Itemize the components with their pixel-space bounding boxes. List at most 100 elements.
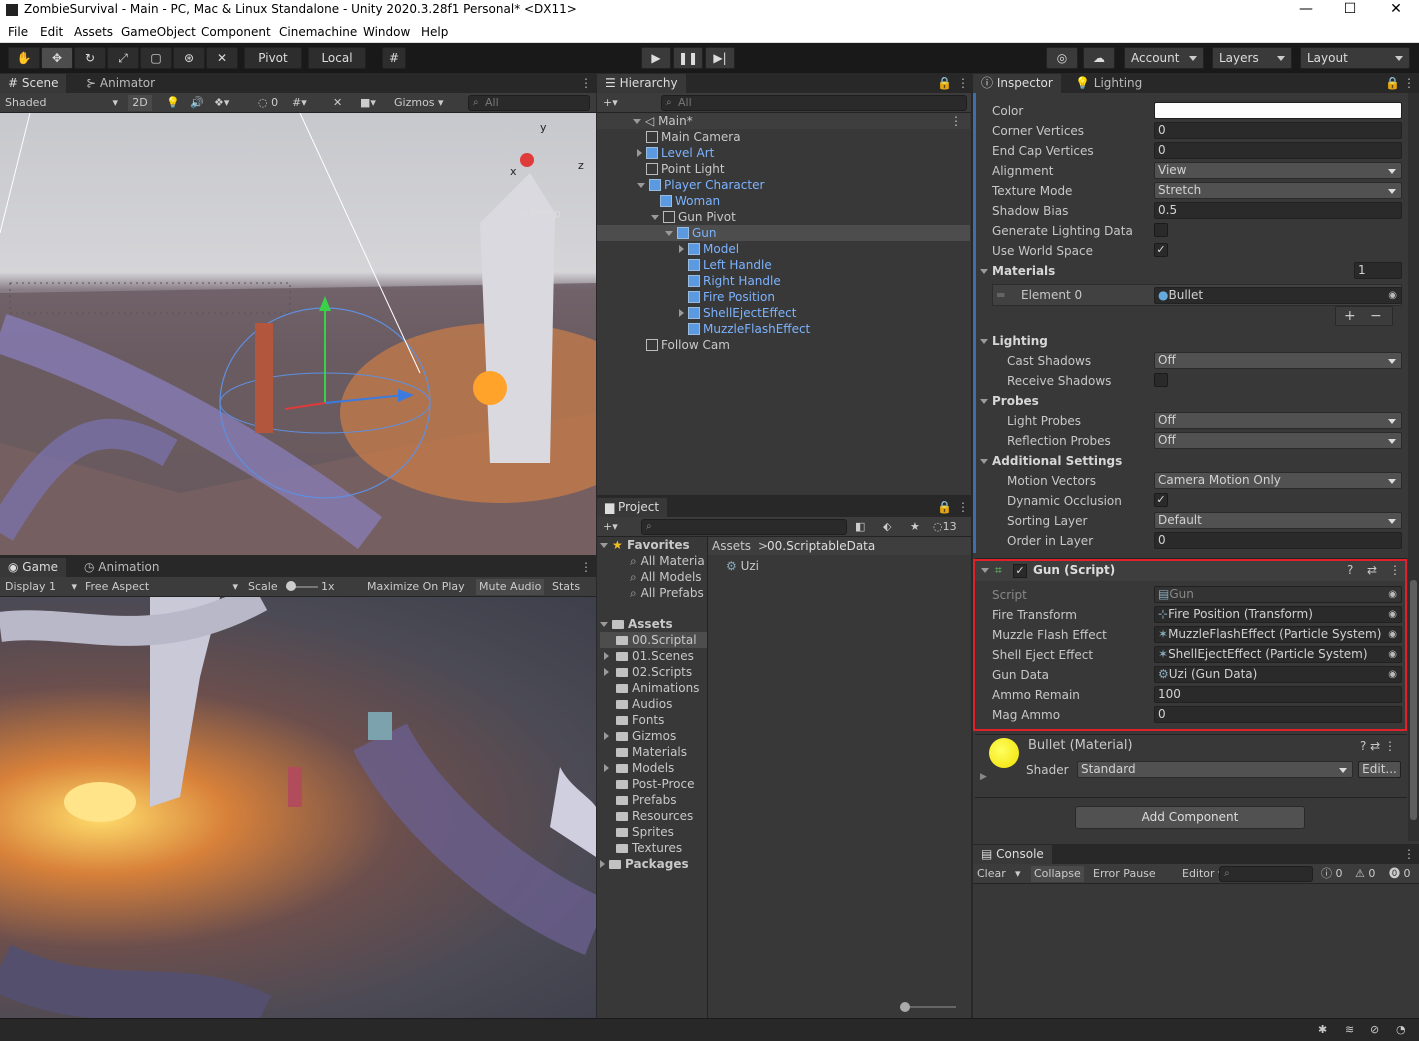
console-menu-icon[interactable]: ⋮ — [1395, 845, 1419, 864]
packages-header[interactable]: Packages — [600, 856, 689, 872]
audio-toggle-icon[interactable]: 🔊 — [190, 95, 204, 111]
order-in-layer-field[interactable]: 0 — [1154, 532, 1402, 549]
shading-dropdown[interactable]: Shaded ▾ — [5, 95, 120, 111]
project-zoom-thumb[interactable] — [900, 1002, 910, 1012]
material-header-icons[interactable]: ? ⇄ ⋮ — [1360, 737, 1396, 755]
cache-server-icon[interactable]: ≋ — [1345, 1022, 1354, 1038]
property-checkbox[interactable]: ✓ — [1154, 243, 1168, 257]
log-count-toggle[interactable]: ⓘ 0 — [1321, 866, 1343, 882]
material-expand-icon[interactable]: ▶ — [980, 772, 987, 782]
search-by-type-icon[interactable]: ◧ — [855, 519, 865, 535]
hierarchy-item[interactable]: Gun Pivot — [597, 209, 970, 225]
favorite-item[interactable]: ⌕ All Prefabs — [630, 585, 704, 601]
error-pause-toggle[interactable]: Error Pause — [1093, 866, 1156, 882]
expand-arrow-icon[interactable] — [604, 652, 609, 660]
cast-shadows-dropdown[interactable]: Off — [1154, 352, 1402, 369]
hierarchy-item[interactable]: ShellEjectEffect — [597, 305, 970, 321]
editor-dropdown[interactable]: Editor ▾ — [1182, 866, 1224, 882]
hierarchy-add-button[interactable]: +▾ — [603, 95, 618, 111]
scene-menu-icon[interactable]: ⋮ — [572, 74, 600, 93]
grid-snap-icon[interactable]: # — [382, 47, 406, 69]
maximize-on-play-toggle[interactable]: Maximize On Play — [367, 579, 465, 595]
hierarchy-search-input[interactable]: All — [661, 95, 967, 111]
color-swatch[interactable] — [1154, 102, 1402, 119]
property-field[interactable]: 0.5 — [1154, 202, 1402, 219]
hierarchy-item[interactable]: Point Light — [597, 161, 970, 177]
inspector-menu-icon[interactable]: ⋮ — [1395, 74, 1419, 93]
favorite-item[interactable]: ⌕ All Models — [630, 569, 702, 585]
grid-toggle-icon[interactable]: #▾ — [292, 95, 307, 111]
receive-shadows-checkbox[interactable] — [1154, 373, 1168, 387]
expand-arrow-icon[interactable] — [679, 309, 684, 317]
mute-audio-toggle[interactable]: Mute Audio — [476, 579, 545, 595]
display-dropdown[interactable]: Display 1 ▾ — [5, 579, 79, 595]
dynamic-occlusion-checkbox[interactable]: ✓ — [1154, 493, 1168, 507]
hierarchy-item[interactable]: Gun — [597, 225, 970, 241]
error-count-toggle[interactable]: ⓿ 0 — [1389, 866, 1411, 882]
assets-header[interactable]: Assets — [600, 616, 673, 632]
hierarchy-item[interactable]: Player Character — [597, 177, 970, 193]
console-search-input[interactable] — [1219, 866, 1313, 882]
asset-folder[interactable]: 01.Scenes — [600, 648, 707, 664]
collapse-arrow-icon[interactable] — [637, 183, 645, 188]
probes-section[interactable]: Probes — [980, 392, 1039, 410]
menu-window[interactable]: Window — [363, 25, 410, 39]
rotate-tool-icon[interactable]: ↻ — [74, 47, 106, 69]
asset-folder[interactable]: Animations — [600, 680, 707, 696]
menu-cinemachine[interactable]: Cinemachine — [279, 25, 357, 39]
favorite-item[interactable]: ⌕ All Materia — [630, 553, 705, 569]
materials-section[interactable]: Materials — [980, 262, 1055, 280]
tools-toggle-icon[interactable]: ✕ — [333, 95, 342, 111]
pivot-toggle[interactable]: Pivot — [244, 47, 302, 69]
menu-file[interactable]: File — [8, 25, 28, 39]
drag-handle-icon[interactable]: ═ — [997, 286, 1004, 304]
hierarchy-item[interactable]: Left Handle — [597, 257, 970, 273]
expand-arrow-icon[interactable] — [604, 732, 609, 740]
asset-folder[interactable]: Gizmos — [600, 728, 707, 744]
property-field[interactable]: 0 — [1154, 142, 1402, 159]
hierarchy-item[interactable]: Right Handle — [597, 273, 970, 289]
asset-folder[interactable]: Audios — [600, 696, 707, 712]
hierarchy-item[interactable]: Level Art — [597, 145, 970, 161]
inspector-scroll-thumb[interactable] — [1410, 580, 1417, 820]
reflection-probes-dropdown[interactable]: Off — [1154, 432, 1402, 449]
minimize-button[interactable]: — — [1284, 0, 1328, 20]
maximize-button[interactable]: ☐ — [1328, 0, 1372, 20]
collab-icon[interactable]: ◎ — [1046, 47, 1078, 69]
bug-report-icon[interactable]: ✱ — [1318, 1022, 1327, 1038]
menu-gameobject[interactable]: GameObject — [121, 25, 196, 39]
lighting-section[interactable]: Lighting — [980, 332, 1048, 350]
asset-folder[interactable]: Models — [600, 760, 707, 776]
property-field[interactable]: 0 — [1154, 122, 1402, 139]
tab-inspector[interactable]: ⓘ Inspector — [973, 74, 1061, 93]
tab-lighting[interactable]: 💡 Lighting — [1067, 74, 1150, 93]
asset-folder[interactable]: 00.Scriptal — [600, 632, 707, 648]
list-remove-button[interactable]: − — [1370, 307, 1382, 325]
hand-tool-icon[interactable]: ✋ — [8, 47, 40, 69]
expand-arrow-icon[interactable] — [604, 668, 609, 676]
add-component-button[interactable]: Add Component — [1075, 806, 1305, 829]
hierarchy-item[interactable]: MuzzleFlashEffect — [597, 321, 970, 337]
hidden-packages-icon[interactable]: ◌13 — [933, 519, 957, 535]
tab-animator[interactable]: ⊱ Animator — [78, 74, 163, 93]
stats-toggle[interactable]: Stats — [552, 579, 580, 595]
custom-tool-icon[interactable]: ✕ — [206, 47, 238, 69]
asset-folder[interactable]: Sprites — [600, 824, 707, 840]
project-file-item[interactable]: ⚙ Uzi — [726, 558, 759, 574]
favorites-header[interactable]: ★ Favorites — [600, 537, 690, 553]
menu-assets[interactable]: Assets — [74, 25, 113, 39]
shader-edit-button[interactable]: Edit... — [1358, 761, 1401, 778]
asset-folder[interactable]: Prefabs — [600, 792, 707, 808]
layers-dropdown[interactable]: Layers — [1212, 47, 1292, 69]
persp-label[interactable]: < Persp — [518, 207, 561, 220]
game-menu-icon[interactable]: ⋮ — [572, 558, 600, 577]
project-add-button[interactable]: +▾ — [603, 519, 618, 535]
hidden-objects-icon[interactable]: ◌ 0 — [258, 95, 278, 111]
transform-tool-icon[interactable]: ⊛ — [173, 47, 205, 69]
hierarchy-item[interactable]: Model — [597, 241, 970, 257]
expand-arrow-icon[interactable] — [637, 149, 642, 157]
local-toggle[interactable]: Local — [308, 47, 366, 69]
tab-game[interactable]: ◉ Game — [0, 558, 67, 577]
asset-folder[interactable]: Post-Proce — [600, 776, 707, 792]
collapse-arrow-icon[interactable] — [665, 231, 673, 236]
